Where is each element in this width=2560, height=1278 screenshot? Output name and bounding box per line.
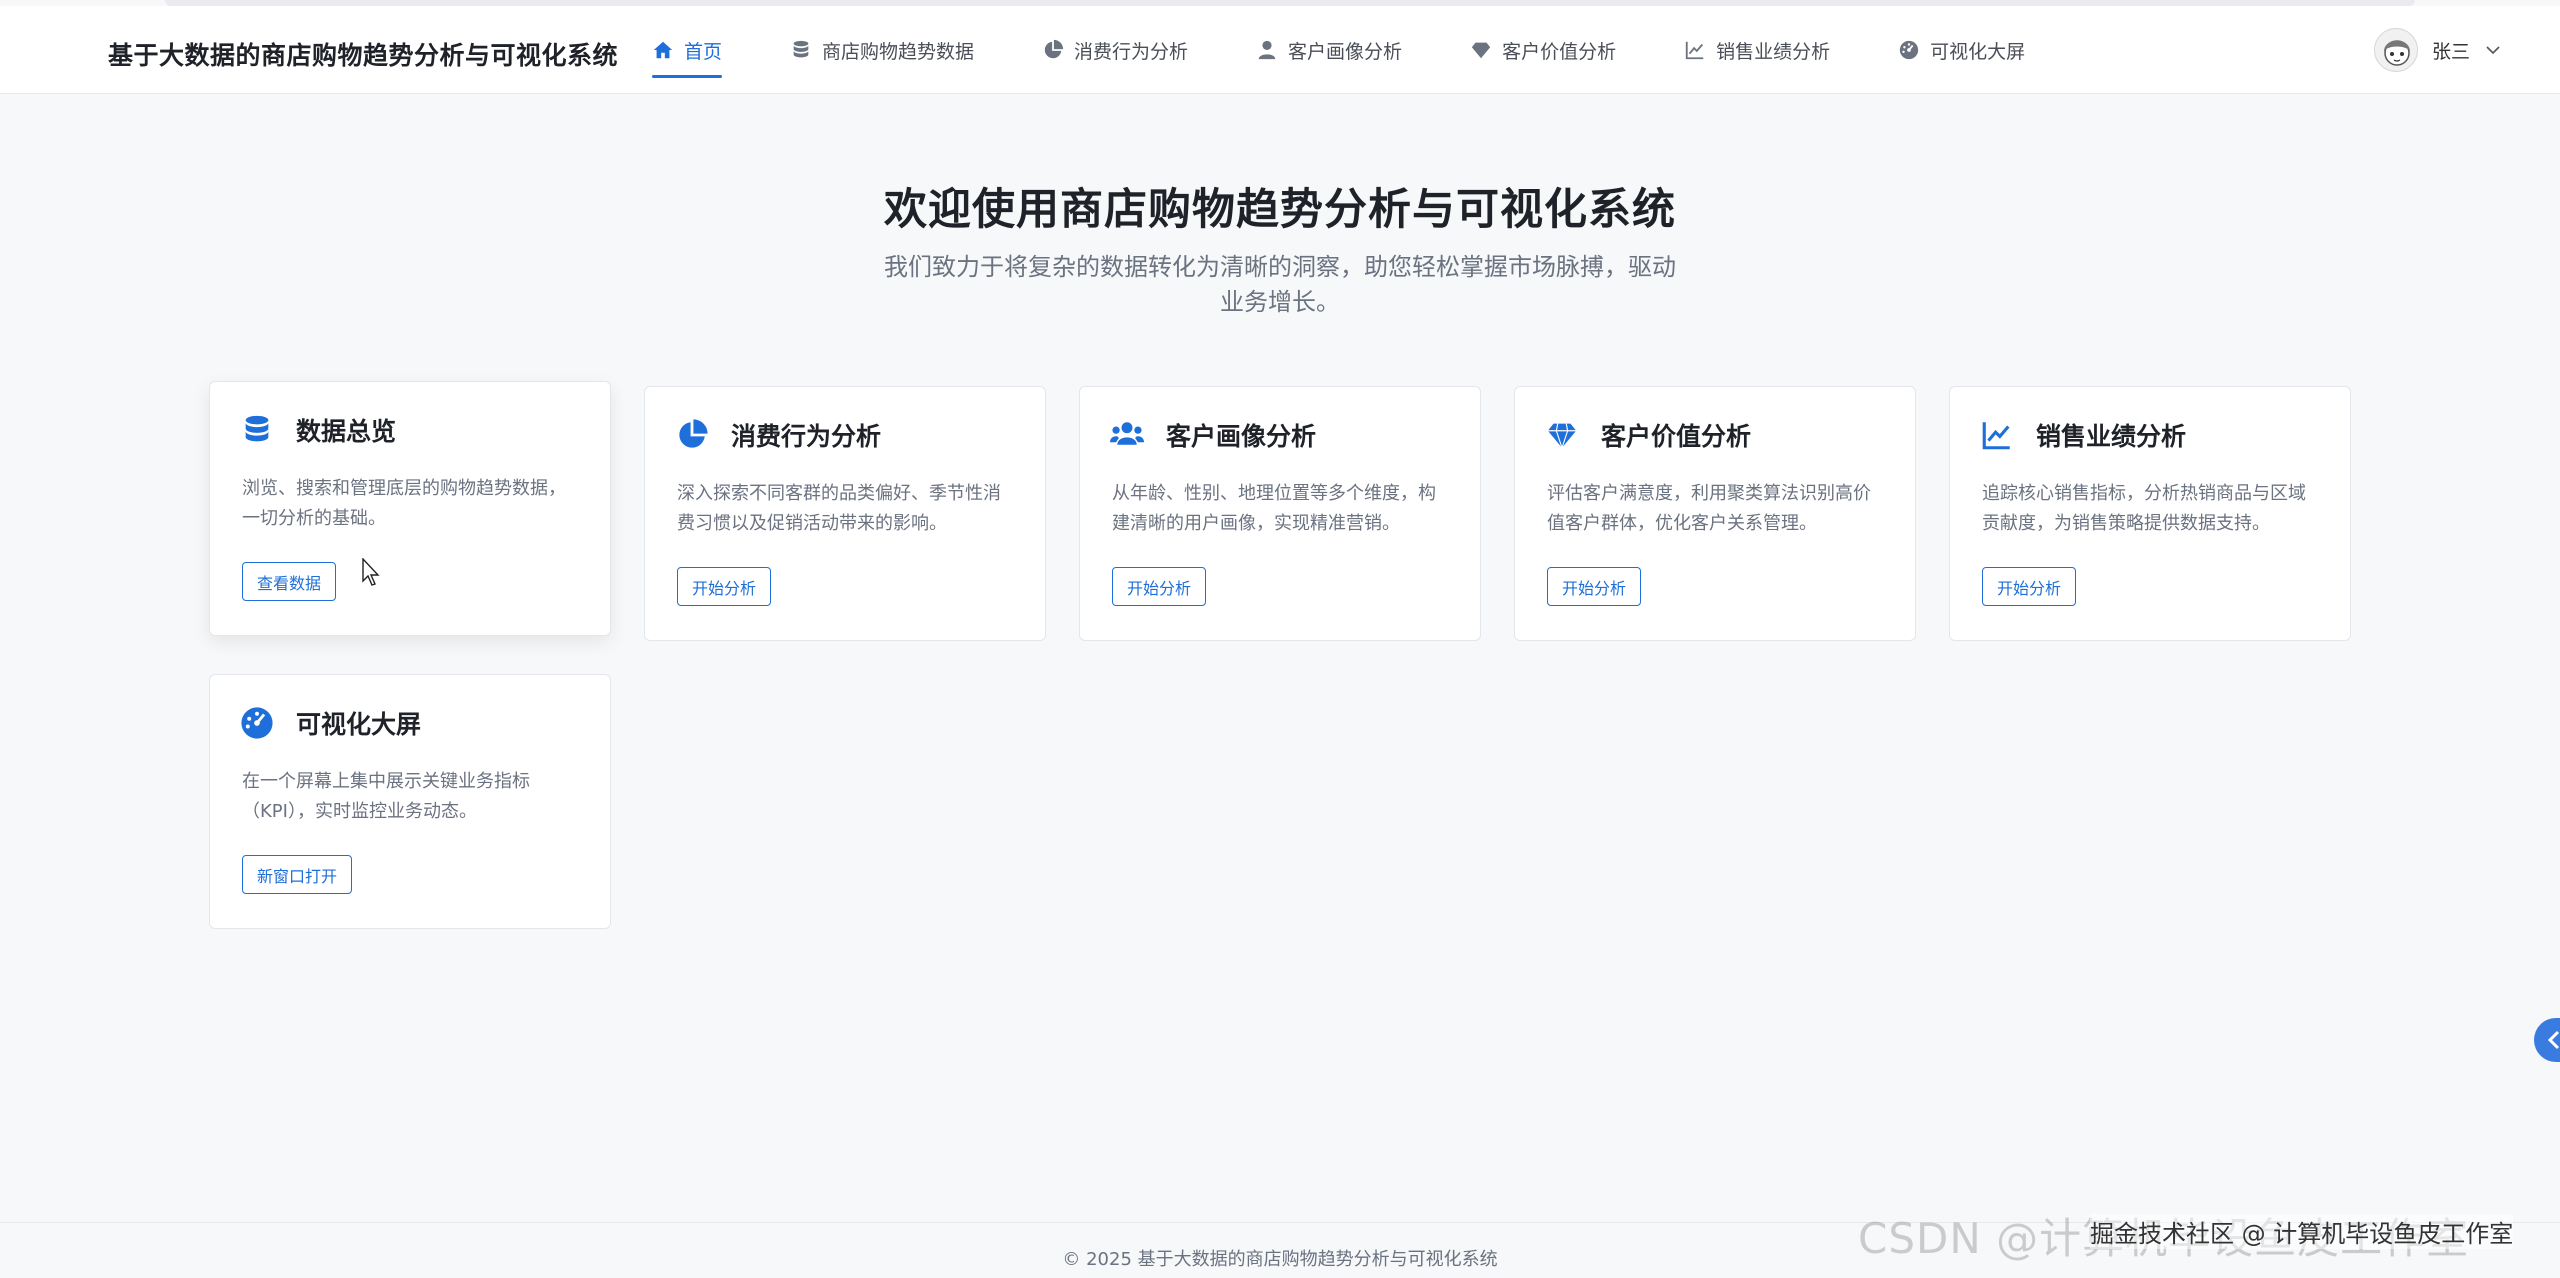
card-description: 从年龄、性别、地理位置等多个维度，构建清晰的用户画像，实现精准营销。 — [1112, 483, 1436, 534]
app-brand-title: 基于大数据的商店购物趋势分析与可视化系统 — [108, 41, 619, 70]
user-icon — [1258, 40, 1276, 60]
card-title: 客户价值分析 — [1601, 422, 1752, 451]
card-header: 销售业绩分析 — [1980, 417, 2186, 453]
card-title: 客户画像分析 — [1166, 422, 1317, 451]
start-analysis-button[interactable]: 开始分析 — [1112, 567, 1207, 606]
nav-item-label: 消费行为分析 — [1074, 40, 1189, 63]
top-navbar: 基于大数据的商店购物趋势分析与可视化系统 首页 商店购物趋势数据 消费行为分析 … — [0, 6, 2560, 94]
database-icon — [793, 40, 809, 58]
card-header: 客户价值分析 — [1545, 417, 1751, 453]
card-title: 消费行为分析 — [731, 422, 882, 451]
start-analysis-button[interactable]: 开始分析 — [677, 567, 772, 606]
mouse-cursor-icon — [362, 558, 380, 586]
dashboard-icon — [1899, 40, 1919, 60]
card-header: 客户画像分析 — [1110, 417, 1316, 453]
chevron-left-icon — [2547, 1030, 2560, 1050]
card-data-overview[interactable]: 数据总览 浏览、搜索和管理底层的购物趋势数据，一切分析的基础。 查看数据 — [209, 381, 611, 636]
open-new-window-button[interactable]: 新窗口打开 — [242, 855, 353, 894]
card-consumer-behavior[interactable]: 消费行为分析 深入探索不同客群的品类偏好、季节性消费习惯以及促销活动带来的影响。… — [644, 386, 1046, 641]
card-description: 在一个屏幕上集中展示关键业务指标（KPI），实时监控业务动态。 — [242, 771, 530, 822]
avatar[interactable] — [2373, 28, 2418, 72]
nav-item-label: 销售业绩分析 — [1716, 40, 1831, 63]
card-title: 数据总览 — [296, 417, 397, 446]
avatar-image — [2383, 40, 2410, 66]
card-description: 追踪核心销售指标，分析热销商品与区域贡献度，为销售策略提供数据支持。 — [1982, 483, 2306, 534]
line-chart-icon — [1685, 41, 1704, 60]
home-icon — [653, 41, 673, 59]
nav-item-dashboard[interactable]: 可视化大屏 — [1898, 6, 2025, 94]
user-menu[interactable]: 张三 — [2373, 28, 2502, 72]
database-icon — [245, 415, 269, 442]
chevron-down-icon[interactable] — [2484, 41, 2502, 59]
nav-item-customer-profile[interactable]: 客户画像分析 — [1256, 6, 1402, 94]
nav-item-label: 首页 — [684, 40, 723, 63]
card-description: 评估客户满意度，利用聚类算法识别高价值客户群体，优化客户关系管理。 — [1547, 483, 1871, 534]
pie-chart-icon — [1044, 39, 1064, 59]
nav-item-home[interactable]: 首页 — [652, 6, 723, 94]
main-nav: 首页 商店购物趋势数据 消费行为分析 客户画像分析 客户价值分析 销售业绩分析 … — [652, 6, 2025, 94]
side-collapse-tab[interactable] — [2534, 1018, 2560, 1062]
juejin-watermark: 掘金技术社区 @ 计算机毕设鱼皮工作室 — [2090, 1214, 2514, 1249]
nav-item-consumer-behavior[interactable]: 消费行为分析 — [1042, 6, 1188, 94]
nav-item-label: 客户画像分析 — [1288, 40, 1403, 63]
card-title: 销售业绩分析 — [2036, 422, 2187, 451]
line-chart-icon — [1982, 422, 2010, 450]
nav-item-shopping-data[interactable]: 商店购物趋势数据 — [790, 6, 974, 94]
card-customer-profile[interactable]: 客户画像分析 从年龄、性别、地理位置等多个维度，构建清晰的用户画像，实现精准营销… — [1079, 386, 1481, 641]
nav-item-label: 商店购物趋势数据 — [822, 40, 975, 63]
start-analysis-button[interactable]: 开始分析 — [1547, 567, 1642, 606]
diamond-icon — [1471, 42, 1491, 59]
nav-item-sales-performance[interactable]: 销售业绩分析 — [1684, 6, 1830, 94]
diamond-icon — [1547, 423, 1577, 450]
nav-item-customer-value[interactable]: 客户价值分析 — [1470, 6, 1616, 94]
card-dashboard[interactable]: 可视化大屏 在一个屏幕上集中展示关键业务指标（KPI），实时监控业务动态。 新窗… — [209, 674, 611, 929]
card-title: 可视化大屏 — [296, 710, 422, 739]
page-title: 欢迎使用商店购物趋势分析与可视化系统 — [884, 185, 1676, 235]
page-subtitle: 我们致力于将复杂的数据转化为清晰的洞察，助您轻松掌握市场脉搏，驱动业务增长。 — [884, 253, 1676, 316]
card-description: 浏览、搜索和管理底层的购物趋势数据，一切分析的基础。 — [242, 478, 566, 529]
nav-item-label: 客户价值分析 — [1502, 40, 1617, 63]
card-description: 深入探索不同客群的品类偏好、季节性消费习惯以及促销活动带来的影响。 — [677, 483, 1001, 534]
nav-item-label: 可视化大屏 — [1930, 40, 2026, 63]
view-data-button[interactable]: 查看数据 — [242, 562, 337, 601]
dashboard-icon — [241, 707, 273, 739]
card-header: 可视化大屏 — [240, 705, 421, 741]
card-sales-performance[interactable]: 销售业绩分析 追踪核心销售指标，分析热销商品与区域贡献度，为销售策略提供数据支持… — [1949, 386, 2351, 641]
users-icon — [1110, 422, 1144, 445]
start-analysis-button[interactable]: 开始分析 — [1982, 567, 2077, 606]
card-header: 消费行为分析 — [675, 417, 881, 453]
user-name: 张三 — [2431, 40, 2470, 63]
card-header: 数据总览 — [240, 412, 396, 448]
pie-chart-icon — [679, 419, 708, 448]
card-customer-value[interactable]: 客户价值分析 评估客户满意度，利用聚类算法识别高价值客户群体，优化客户关系管理。… — [1514, 386, 1916, 641]
